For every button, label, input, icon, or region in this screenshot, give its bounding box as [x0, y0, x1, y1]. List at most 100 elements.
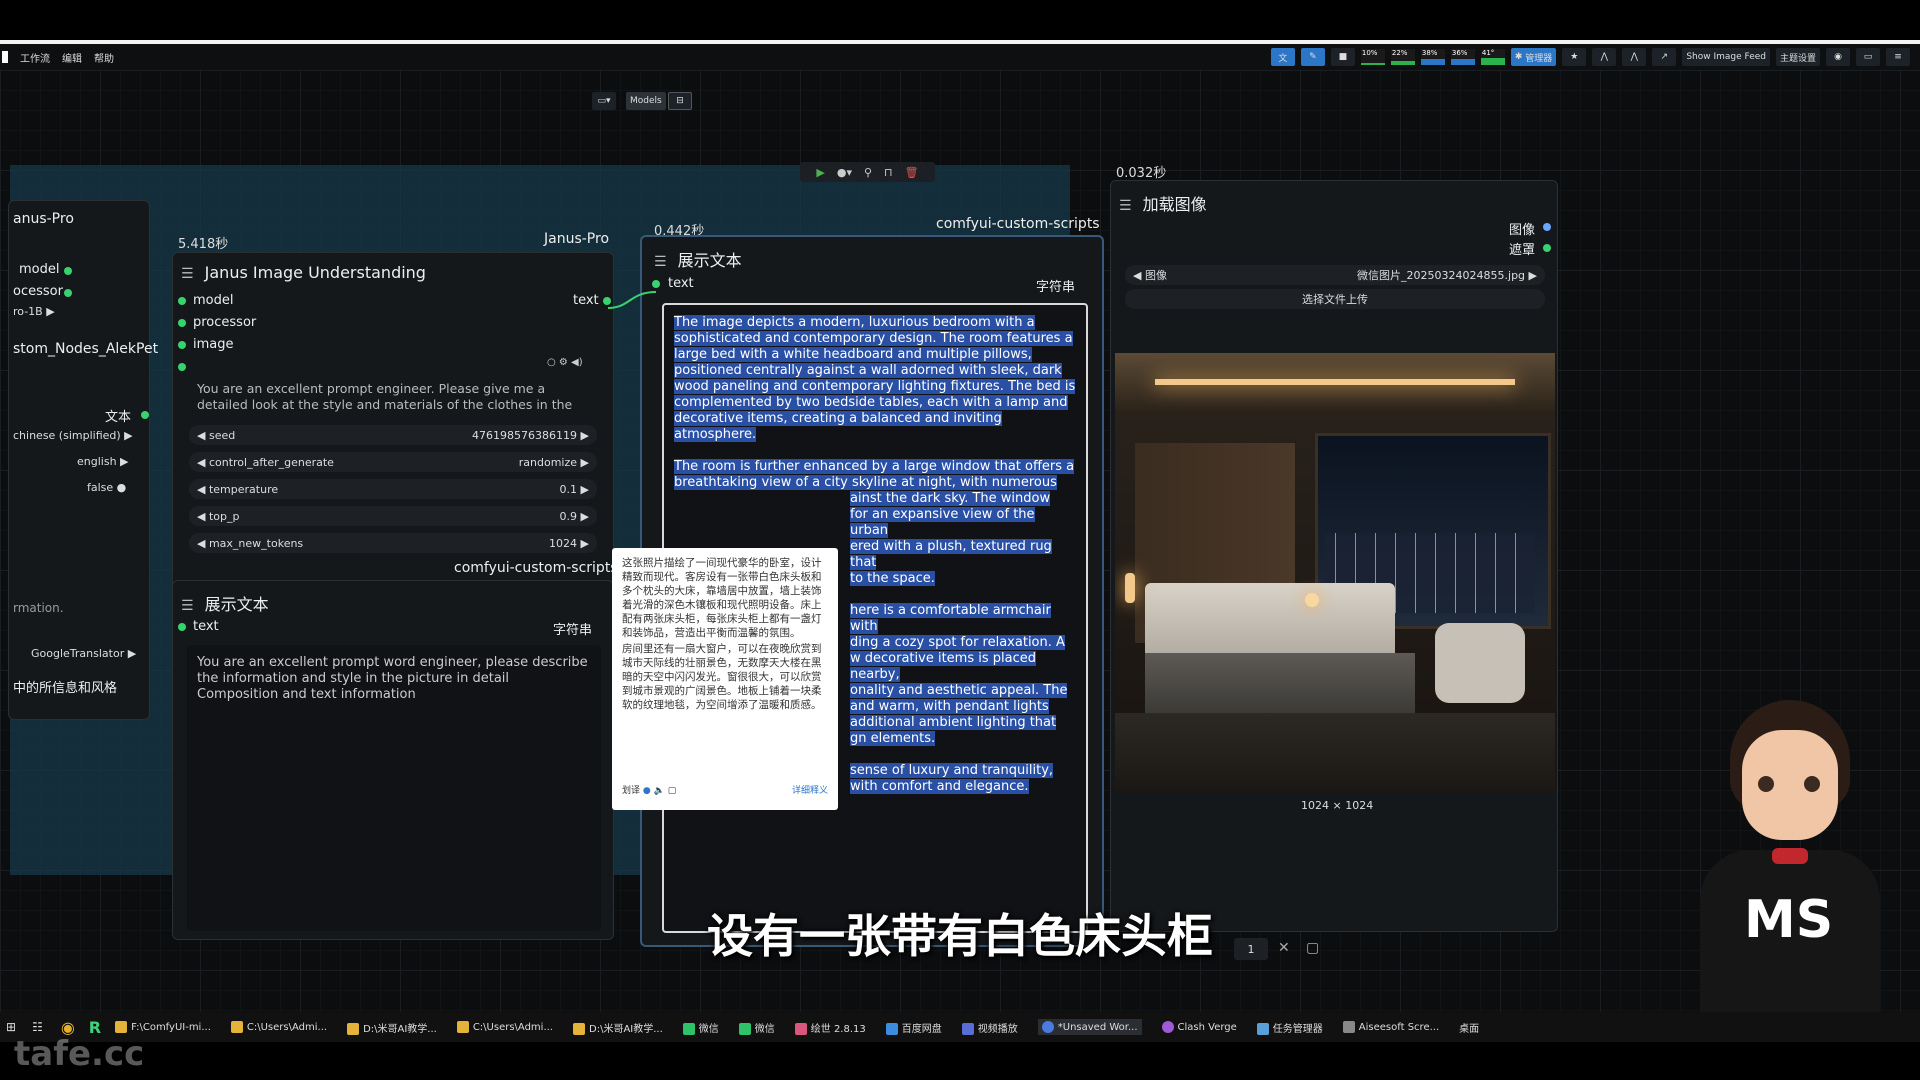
- stop-icon[interactable]: ▢: [1306, 940, 1319, 956]
- processor-input-label: processor: [193, 315, 257, 330]
- max-new-tokens-value: 1024: [549, 536, 578, 550]
- bookmark-icon[interactable]: ⊓: [884, 166, 893, 179]
- p4-line: with comfort and elegance.: [850, 779, 1029, 794]
- load-image-title-bar[interactable]: ☰ 加载图像: [1119, 191, 1207, 215]
- video-icon: [961, 1022, 974, 1035]
- janus-title-bar[interactable]: ☰ Janus Image Understanding: [181, 263, 426, 282]
- left-model-output-dot[interactable]: [64, 267, 72, 275]
- menu-workflow[interactable]: 工作流: [20, 50, 50, 65]
- panel-toggle-button[interactable]: ⊟: [668, 92, 692, 110]
- folder-dropdown-button[interactable]: ▭▾: [592, 92, 616, 110]
- translate-button[interactable]: 文: [1270, 48, 1295, 66]
- mask-output-dot[interactable]: [1543, 244, 1551, 252]
- start-icon[interactable]: ⊞: [6, 1020, 16, 1034]
- wand2-icon[interactable]: ⋀: [1622, 48, 1647, 66]
- menu-help[interactable]: 帮助: [94, 50, 114, 65]
- extra-input-dot[interactable]: [178, 363, 186, 371]
- p2-line: breathtaking view of a city skyline at n…: [674, 475, 1057, 490]
- janus-prompt[interactable]: You are an excellent prompt engineer. Pl…: [197, 381, 597, 413]
- image-output-dot[interactable]: [1543, 223, 1551, 231]
- task-item[interactable]: 绘世 2.8.13: [794, 1020, 866, 1035]
- max-new-tokens-widget[interactable]: ◀ max_new_tokens 1024 ▶: [189, 533, 597, 553]
- node-status-icons[interactable]: ○ ⚙ ◀): [547, 357, 583, 368]
- p2-line: ainst the dark sky. The window: [850, 491, 1051, 506]
- delete-icon[interactable]: 🗑: [905, 166, 919, 179]
- image-input-dot[interactable]: [178, 341, 186, 349]
- color-icon[interactable]: ●▾: [837, 166, 852, 179]
- task-item[interactable]: C:\Users\Admi...: [456, 1021, 553, 1033]
- task-item[interactable]: C:\Users\Admi...: [230, 1021, 327, 1033]
- hamburger-icon[interactable]: ☰: [181, 266, 194, 282]
- node-canvas[interactable]: ▭▾ Models ⊟ anus-Pro model ocessor ro-1B…: [0, 70, 1920, 1020]
- user-icon[interactable]: ◉: [1826, 48, 1850, 66]
- load-image-title: 加载图像: [1142, 195, 1207, 214]
- app-icon: [794, 1022, 807, 1035]
- left-wenben-dot[interactable]: [141, 411, 149, 419]
- star-icon[interactable]: ★: [1562, 48, 1587, 66]
- app-logo-icon[interactable]: [2, 51, 8, 63]
- menu-edit[interactable]: 编辑: [62, 50, 82, 65]
- false-toggle[interactable]: false ●: [87, 481, 126, 494]
- wand-icon[interactable]: ⋀: [1592, 48, 1617, 66]
- show-text-small-title-bar[interactable]: ☰ 展示文本: [181, 591, 269, 615]
- control-after-generate-label: control_after_generate: [208, 455, 334, 469]
- task-item[interactable]: F:\ComfyUI-mi...: [115, 1021, 211, 1033]
- task-item[interactable]: *Unsaved Wor...: [1037, 1019, 1142, 1035]
- temperature-widget[interactable]: ◀ temperature 0.1 ▶: [189, 479, 597, 499]
- processor-input-dot[interactable]: [178, 319, 186, 327]
- show-text-small-input-dot[interactable]: [178, 623, 186, 631]
- left-ro-widget[interactable]: ro-1B ▶: [13, 305, 55, 318]
- connection-wire: [607, 291, 657, 309]
- seed-widget[interactable]: ◀ seed 476198576386119 ▶: [189, 425, 597, 445]
- upload-button[interactable]: 选择文件上传: [1125, 289, 1545, 309]
- task-item[interactable]: 任务管理器: [1256, 1020, 1323, 1035]
- task-item[interactable]: 百度网盘: [885, 1020, 942, 1035]
- show-text-small-content[interactable]: You are an excellent prompt word enginee…: [187, 645, 601, 931]
- brush-button[interactable]: ✎: [1300, 48, 1325, 66]
- show-text-main-title-bar[interactable]: ☰ 展示文本: [654, 247, 742, 271]
- manager-button[interactable]: ✱ 管理器: [1510, 48, 1557, 66]
- left-partial-node[interactable]: anus-Pro model ocessor ro-1B ▶ stom_Node…: [8, 200, 158, 720]
- share-icon[interactable]: ↗: [1652, 48, 1677, 66]
- browser-icon: [1041, 1021, 1054, 1033]
- close-icon[interactable]: ✕: [1278, 940, 1290, 956]
- task-item[interactable]: D:\米哥AI教学...: [347, 1020, 437, 1035]
- batch-count-stepper[interactable]: 1: [1234, 938, 1268, 960]
- avatar-shirt-text: MS: [1744, 890, 1834, 950]
- models-button[interactable]: Models: [626, 92, 666, 110]
- translator-widget[interactable]: GoogleTranslator ▶: [31, 647, 136, 660]
- task-item[interactable]: 微信: [738, 1020, 775, 1035]
- image-file-widget[interactable]: ◀ 图像 微信图片_20250324024855.jpg ▶: [1125, 265, 1545, 285]
- task-label: D:\米哥AI教学...: [363, 1023, 437, 1035]
- left-processor-output-dot[interactable]: [64, 289, 72, 297]
- run-icon[interactable]: ▶: [816, 166, 824, 179]
- theme-button[interactable]: 主题设置: [1775, 48, 1820, 66]
- load-image-node[interactable]: ☰ 加载图像 图像 遮罩 ◀ 图像 微信图片_20250324024855.jpg…: [1110, 180, 1558, 932]
- temp-meter: 41°: [1480, 49, 1505, 65]
- copy-icon[interactable]: ▢: [668, 786, 677, 796]
- pin-icon[interactable]: ⚲: [864, 166, 872, 179]
- window-icon[interactable]: ▭: [1856, 48, 1880, 66]
- lang-to-widget[interactable]: english ▶: [77, 455, 129, 468]
- popup-detail-link[interactable]: 详细释义: [792, 784, 828, 798]
- show-text-node-small[interactable]: ☰ 展示文本 text 字符串 You are an excellent pro…: [172, 580, 614, 940]
- bookmark-icon[interactable]: ■: [1330, 48, 1355, 66]
- popup-footer: 划译 ● 🔈 ▢ 详细释义: [622, 784, 828, 798]
- task-item[interactable]: Clash Verge: [1161, 1021, 1237, 1033]
- task-item[interactable]: 视频播放: [961, 1020, 1018, 1035]
- task-item[interactable]: 桌面: [1459, 1020, 1479, 1035]
- bottom-black-bar: [0, 1042, 1920, 1080]
- lang-from-widget[interactable]: chinese (simplified) ▶: [13, 429, 133, 442]
- control-after-generate-widget[interactable]: ◀ control_after_generate randomize ▶: [189, 452, 597, 472]
- toggle-icon[interactable]: ●: [643, 786, 651, 796]
- task-item[interactable]: 微信: [682, 1020, 719, 1035]
- show-image-feed-button[interactable]: Show Image Feed: [1682, 48, 1770, 66]
- top-p-widget[interactable]: ◀ top_p 0.9 ▶: [189, 506, 597, 526]
- task-item[interactable]: D:\米哥AI教学...: [573, 1020, 663, 1035]
- model-input-dot[interactable]: [178, 297, 186, 305]
- task-item[interactable]: Aiseesoft Scre...: [1342, 1021, 1439, 1033]
- show-text-small-input-label: text: [193, 619, 219, 634]
- taskview-icon[interactable]: ☷: [32, 1020, 43, 1034]
- menu-icon[interactable]: ≡: [1886, 48, 1910, 66]
- speaker-icon[interactable]: 🔈: [654, 786, 665, 796]
